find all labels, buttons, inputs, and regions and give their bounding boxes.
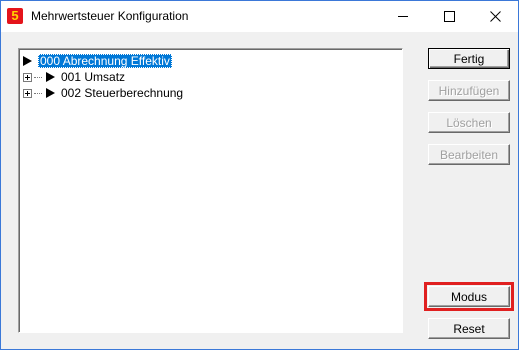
loeschen-button[interactable]: Löschen (428, 112, 510, 133)
tree-node-label[interactable]: 002 Steuerberechnung (61, 86, 183, 100)
bearbeiten-button[interactable]: Bearbeiten (428, 144, 510, 165)
maximize-button[interactable] (426, 1, 472, 32)
expand-plus-icon[interactable] (23, 72, 32, 82)
minimize-icon (398, 16, 408, 17)
expand-plus-icon[interactable] (23, 88, 32, 98)
tree-connector (34, 76, 42, 78)
tree-connector (34, 92, 42, 94)
title-bar[interactable]: 5 Mehrwertsteuer Konfiguration (1, 1, 518, 32)
reset-button[interactable]: Reset (428, 318, 510, 339)
tree-node-label[interactable]: 000 Abrechnung Effektiv (38, 54, 172, 68)
hinzufuegen-button[interactable]: Hinzufügen (428, 80, 510, 101)
tree-node-root[interactable]: 000 Abrechnung Effektiv (23, 53, 172, 69)
close-icon (489, 11, 501, 22)
maximize-icon (443, 11, 455, 22)
window-title: Mehrwertsteuer Konfiguration (31, 9, 189, 23)
tree-node-umsatz[interactable]: 001 Umsatz (23, 69, 125, 85)
app-icon[interactable]: 5 (7, 8, 23, 24)
close-button[interactable] (472, 1, 518, 32)
fertig-button[interactable]: Fertig (428, 48, 510, 69)
node-arrow-icon (23, 56, 32, 66)
node-arrow-icon (46, 88, 55, 98)
dialog-window: 5 Mehrwertsteuer Konfiguration 000 Abrec… (0, 0, 519, 350)
tree-node-label[interactable]: 001 Umsatz (61, 70, 125, 84)
highlight-box (424, 282, 514, 311)
tree-node-steuerberechnung[interactable]: 002 Steuerberechnung (23, 85, 183, 101)
node-arrow-icon (46, 72, 55, 82)
tree-view[interactable]: 000 Abrechnung Effektiv 001 Umsatz 002 S… (18, 48, 403, 333)
minimize-button[interactable] (380, 1, 426, 32)
